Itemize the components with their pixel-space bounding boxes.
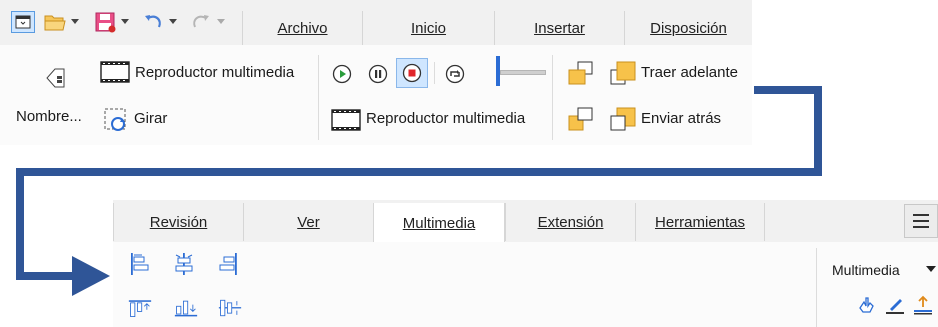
chevron-down-icon[interactable]: [926, 266, 936, 273]
rotate-icon: [103, 107, 129, 133]
save-icon: [95, 12, 116, 33]
undo-icon: [145, 15, 161, 28]
anchor-arrow-icon: [914, 295, 932, 315]
redo-icon: [193, 15, 209, 28]
new-frame-icon: [11, 11, 35, 33]
align-center-icon: [175, 253, 193, 275]
tab-multimedia[interactable]: Multimedia: [373, 203, 505, 243]
undo-button[interactable]: [140, 10, 166, 34]
open-button[interactable]: [42, 10, 68, 34]
arrow-segment: [16, 272, 78, 280]
align-left-button[interactable]: [128, 252, 152, 276]
media-player-icon: [100, 60, 130, 84]
tab-extension[interactable]: Extensión: [505, 203, 635, 241]
media-player-button-2[interactable]: Reproductor multimedia: [366, 110, 525, 127]
anchor-button[interactable]: [912, 294, 934, 316]
hand-pointer-icon: [859, 297, 874, 313]
redo-button[interactable]: [188, 10, 214, 34]
arrow-head: [72, 256, 110, 296]
repeat-button[interactable]: [443, 62, 467, 86]
media-player-icon: [331, 108, 361, 132]
hamburger-menu-icon: [913, 214, 929, 228]
stop-icon: [402, 63, 422, 83]
line-style-button[interactable]: [884, 294, 906, 316]
tab-ver[interactable]: Ver: [243, 203, 373, 241]
save-button[interactable]: [92, 10, 118, 34]
rotate-button[interactable]: Girar: [134, 110, 167, 127]
volume-slider-track[interactable]: [500, 70, 546, 75]
tab-disposicion[interactable]: Disposición: [624, 11, 752, 45]
bring-forward-button[interactable]: Traer adelante: [641, 64, 738, 81]
undo-dropdown-arrow[interactable]: [166, 10, 180, 34]
chevron-down-icon: [71, 19, 79, 24]
align-bottom-icon: [174, 300, 198, 317]
play-icon: [332, 64, 352, 84]
pointer-tool-button[interactable]: [856, 294, 878, 316]
name-button-icon: [44, 66, 68, 90]
arrow-segment: [754, 86, 822, 94]
arrow-segment: [16, 168, 24, 280]
context-dropdown[interactable]: Multimedia: [832, 262, 900, 278]
tab-inicio[interactable]: Inicio: [362, 11, 494, 45]
arrow-segment: [16, 168, 822, 176]
arrow-segment: [814, 86, 822, 176]
tab-herramientas[interactable]: Herramientas: [635, 203, 765, 241]
new-frame-button[interactable]: [10, 10, 36, 34]
chevron-down-icon: [217, 19, 225, 24]
repeat-icon: [445, 64, 465, 84]
align-bottom-button[interactable]: [174, 296, 198, 320]
bring-forward-icon: [608, 60, 638, 88]
align-top-icon: [128, 300, 152, 317]
pause-icon: [368, 64, 388, 84]
save-dropdown-arrow[interactable]: [118, 10, 132, 34]
stop-button[interactable]: [396, 58, 428, 88]
tab-revision[interactable]: Revisión: [113, 203, 243, 241]
align-right-button[interactable]: [216, 252, 240, 276]
tab-archivo[interactable]: Archivo: [242, 11, 362, 45]
align-middle-button[interactable]: [218, 296, 242, 320]
chevron-down-icon: [121, 19, 129, 24]
redo-dropdown-arrow[interactable]: [214, 10, 228, 34]
media-player-button-1[interactable]: Reproductor multimedia: [135, 64, 294, 81]
divider: [318, 55, 319, 140]
menu-button[interactable]: [904, 204, 938, 238]
align-middle-icon: [218, 299, 242, 317]
chevron-down-icon: [169, 19, 177, 24]
pen-line-icon: [886, 299, 904, 314]
bring-to-front-icon[interactable]: [566, 60, 596, 88]
play-button[interactable]: [330, 62, 354, 86]
name-button[interactable]: Nombre...: [16, 108, 82, 125]
open-dropdown-arrow[interactable]: [68, 10, 82, 34]
rename-tag-icon: [46, 68, 65, 88]
pause-button[interactable]: [366, 62, 390, 86]
send-backward-icon: [608, 106, 638, 134]
divider: [816, 248, 817, 327]
send-backward-button[interactable]: Enviar atrás: [641, 110, 721, 127]
divider: [552, 55, 553, 140]
align-right-icon: [219, 253, 237, 275]
tab-insertar[interactable]: Insertar: [494, 11, 624, 45]
align-left-icon: [131, 253, 149, 275]
send-to-back-icon[interactable]: [566, 106, 596, 134]
divider: [434, 62, 435, 84]
align-top-button[interactable]: [128, 296, 152, 320]
open-folder-icon: [44, 15, 66, 31]
align-center-button[interactable]: [172, 252, 196, 276]
